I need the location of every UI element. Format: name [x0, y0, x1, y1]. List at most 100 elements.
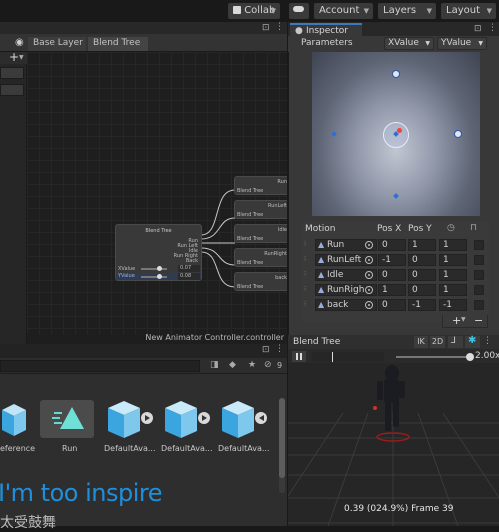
motion-row[interactable]: ⁝ ▲ back 0 -1 -1 — [302, 299, 489, 312]
add-motion-button[interactable]: + — [452, 314, 461, 327]
pivot-toggle[interactable]: ⅃ — [448, 336, 463, 348]
filter-type-icon[interactable]: ◨ — [210, 361, 219, 370]
eye-icon[interactable]: ◉ — [15, 38, 24, 48]
add-parameter-button[interactable]: + ▼ — [0, 50, 27, 64]
mirror-checkbox[interactable] — [474, 240, 484, 250]
slider-handle[interactable] — [157, 266, 162, 271]
cloud-button[interactable] — [289, 3, 309, 19]
drag-handle-icon[interactable]: ⁝ — [304, 285, 306, 293]
mirror-checkbox[interactable] — [474, 270, 484, 280]
assets-scrollbar[interactable] — [279, 398, 285, 493]
drag-handle-icon[interactable]: ⁝ — [304, 240, 306, 248]
asset-tile[interactable] — [163, 398, 211, 440]
pos-x-field[interactable]: 1 — [378, 284, 406, 296]
tab-inspector[interactable]: ● Inspector — [290, 23, 362, 36]
asset-tile-selected[interactable] — [40, 400, 94, 438]
param-value-field[interactable]: 0.07 — [178, 265, 200, 272]
asset-tile[interactable] — [106, 398, 154, 440]
speed-field[interactable]: 1 — [439, 254, 467, 266]
layout-dropdown[interactable]: Layout ▼ — [441, 3, 496, 19]
drag-handle-icon[interactable]: ⁝ — [304, 270, 306, 278]
layers-dropdown[interactable]: Layers ▼ — [378, 3, 436, 19]
pos-x-field[interactable]: -1 — [378, 254, 406, 266]
motion-row[interactable]: ⁝ ▲ RunRigh 1 0 1 — [302, 284, 489, 297]
param-slider-yvalue[interactable] — [141, 276, 167, 278]
menu-icon[interactable]: ⋮ — [488, 24, 497, 33]
2d-toggle[interactable]: 2D — [430, 336, 445, 348]
lock-icon[interactable]: ⊡ — [262, 346, 270, 355]
blend-tree-graph[interactable]: Blend Tree Run Run Left Idle Run Right B… — [27, 52, 287, 334]
header-pos-x: Pos X — [377, 224, 402, 234]
drag-handle-icon[interactable]: ⁝ — [304, 255, 306, 263]
collab-button[interactable]: Collab ▼ — [228, 3, 280, 19]
blend-tree-root-node[interactable]: Blend Tree Run Run Left Idle Run Right B… — [115, 224, 202, 281]
motion-point-runright[interactable] — [454, 130, 462, 138]
motion-row[interactable]: ⁝ ▲ Idle 0 0 1 — [302, 269, 489, 282]
asset-tile[interactable] — [0, 398, 30, 440]
child-node-run[interactable]: Run Blend Tree — [234, 176, 287, 195]
pos-y-field[interactable]: -1 — [408, 299, 436, 311]
mirror-checkbox[interactable] — [474, 255, 484, 265]
param-value-field[interactable]: 0.08 — [178, 273, 200, 280]
motion-point-runleft[interactable] — [331, 131, 337, 137]
object-picker-icon[interactable] — [365, 241, 373, 249]
pause-icon-bar — [296, 353, 298, 360]
mirror-checkbox[interactable] — [474, 300, 484, 310]
lock-icon[interactable]: ⊡ — [474, 25, 482, 34]
child-node-runright[interactable]: RunRight Blend Tree — [234, 248, 287, 267]
avatar-toggle[interactable]: ✱ — [465, 335, 480, 348]
param-y-dropdown[interactable]: YValue ▼ — [437, 37, 487, 50]
label-icon[interactable]: ◆ — [229, 361, 236, 370]
timeline-scrubber[interactable] — [312, 352, 384, 362]
visibility-off-icon[interactable]: ⊘ — [264, 361, 272, 370]
menu-icon[interactable]: ⋮ — [275, 23, 284, 32]
pos-y-field[interactable]: 0 — [408, 254, 436, 266]
pos-x-field[interactable]: 0 — [378, 269, 406, 281]
object-picker-icon[interactable] — [365, 301, 373, 309]
pos-x-field[interactable]: 0 — [378, 299, 406, 311]
asset-tile[interactable] — [220, 398, 268, 440]
breadcrumb-base-layer[interactable]: Base Layer — [28, 37, 86, 51]
object-picker-icon[interactable] — [365, 271, 373, 279]
blend-space-2d-view[interactable] — [312, 52, 480, 216]
menu-icon[interactable]: ⋮ — [483, 337, 492, 346]
param-x-dropdown[interactable]: XValue ▼ — [384, 37, 434, 50]
slider-handle[interactable] — [157, 274, 162, 279]
speed-field[interactable]: 1 — [439, 239, 467, 251]
speed-field[interactable]: 1 — [439, 269, 467, 281]
account-dropdown[interactable]: Account ▼ — [314, 3, 373, 19]
parameter-field-yvalue[interactable] — [0, 84, 24, 96]
speed-field[interactable]: -1 — [439, 299, 467, 311]
object-picker-icon[interactable] — [365, 286, 373, 294]
remove-motion-button[interactable]: − — [474, 314, 483, 327]
timeline-playhead[interactable] — [332, 352, 333, 362]
pos-x-field[interactable]: 0 — [378, 239, 406, 251]
param-slider-xvalue[interactable] — [141, 268, 167, 270]
pos-y-field[interactable]: 0 — [408, 284, 436, 296]
speed-slider-handle[interactable] — [466, 353, 474, 361]
motion-point-back[interactable] — [393, 193, 399, 199]
child-node-runleft[interactable]: RunLeft Blend Tree — [234, 200, 287, 219]
pos-y-field[interactable]: 1 — [408, 239, 436, 251]
motion-point-run[interactable] — [392, 70, 400, 78]
ik-toggle[interactable]: IK — [414, 336, 428, 348]
menu-icon[interactable]: ⋮ — [275, 345, 284, 354]
scrollbar-thumb[interactable] — [279, 398, 285, 478]
pause-button[interactable] — [292, 351, 306, 362]
search-input[interactable] — [0, 360, 200, 372]
child-node-back[interactable]: back Blend Tree — [234, 272, 287, 291]
motion-row[interactable]: ⁝ ▲ Run 0 1 1 — [302, 239, 489, 252]
lock-icon[interactable]: ⊡ — [262, 24, 270, 33]
drag-handle-icon[interactable]: ⁝ — [304, 300, 306, 308]
preview-viewport[interactable]: 0.39 (024.9%) Frame 39 — [288, 363, 499, 526]
speed-slider[interactable] — [396, 356, 468, 358]
child-node-idle[interactable]: Idle Blend Tree — [234, 224, 287, 243]
motion-row[interactable]: ⁝ ▲ RunLeft -1 0 1 — [302, 254, 489, 267]
object-picker-icon[interactable] — [365, 256, 373, 264]
speed-field[interactable]: 1 — [439, 284, 467, 296]
mirror-checkbox[interactable] — [474, 285, 484, 295]
pos-y-field[interactable]: 0 — [408, 269, 436, 281]
breadcrumb-blend-tree[interactable]: Blend Tree — [88, 37, 148, 51]
parameter-field-xvalue[interactable] — [0, 67, 24, 79]
favorite-icon[interactable]: ★ — [248, 361, 256, 370]
